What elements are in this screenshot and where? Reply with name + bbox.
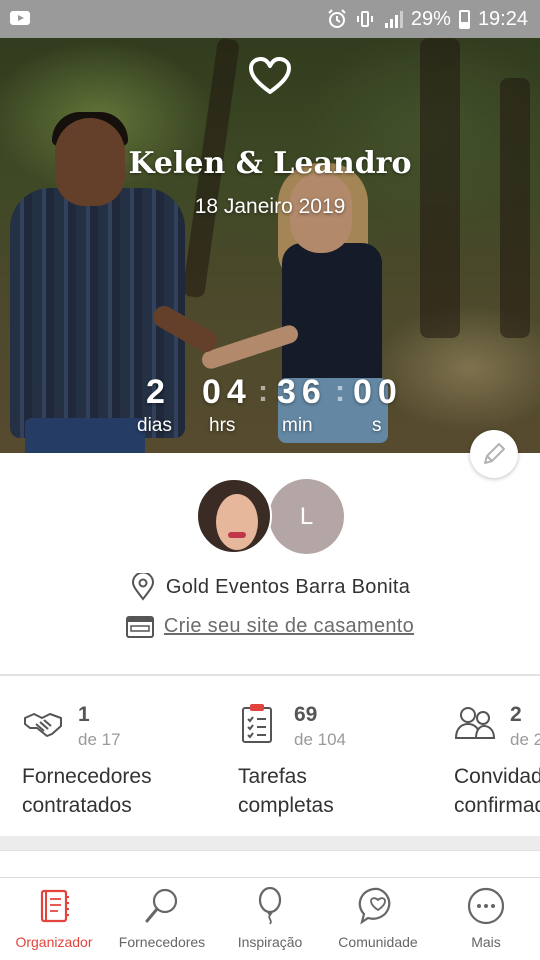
- wedding-date: 18 Janeiro 2019: [194, 195, 346, 218]
- create-site-row[interactable]: Crie seu site de casamento: [0, 615, 540, 638]
- nav-label: Comunidade: [338, 934, 418, 950]
- stat-vendors[interactable]: 1 de 17 Fornecedores contratados: [22, 676, 238, 836]
- checklist-icon: [242, 704, 272, 743]
- stat-total: de 2: [510, 730, 540, 749]
- stat-label: Fornecedores contratados: [22, 765, 152, 817]
- nav-fornecedores[interactable]: Fornecedores: [108, 878, 216, 960]
- countdown-hours: 04: [202, 373, 252, 411]
- next-card: [0, 850, 540, 880]
- search-icon: [145, 888, 178, 923]
- nav-label: Organizador: [15, 934, 93, 950]
- section-gap: [0, 836, 540, 850]
- nav-label: Fornecedores: [118, 934, 206, 950]
- location-pin-icon: [131, 573, 154, 601]
- stat-total: de 104: [294, 730, 346, 749]
- stat-count: 1: [78, 703, 90, 726]
- couple-name: Kelen & Leandro: [128, 146, 412, 181]
- stats-carousel[interactable]: 1 de 17 Fornecedores contratados 69 de 1…: [0, 676, 540, 836]
- countdown-minutes: 36: [277, 373, 327, 411]
- nav-comunidade[interactable]: Comunidade: [324, 878, 432, 960]
- balloon-icon: [258, 886, 282, 925]
- pencil-icon: [484, 443, 505, 464]
- stat-total: de 17: [78, 730, 121, 749]
- countdown-days-label: dias: [137, 415, 172, 436]
- countdown-minutes-label: min: [282, 415, 313, 436]
- stat-tasks[interactable]: 69 de 104 Tarefas completas: [238, 676, 454, 836]
- partner-avatar[interactable]: L: [269, 479, 344, 554]
- create-site-link[interactable]: Crie seu site de casamento: [164, 615, 414, 638]
- venue-name: Gold Eventos Barra Bonita: [165, 575, 411, 598]
- couple-profile: L Gold Eventos Barra Bonita Crie seu sit…: [0, 453, 540, 675]
- countdown-seconds: 00: [353, 373, 403, 411]
- heart-icon: [249, 57, 291, 94]
- organizer-icon: [40, 889, 69, 923]
- clock: 19:24: [477, 7, 528, 30]
- edit-button[interactable]: [470, 430, 518, 478]
- stat-count: 2: [510, 703, 522, 726]
- more-icon: [467, 887, 505, 925]
- battery-icon: [458, 9, 470, 29]
- youtube-notification-icon: [10, 11, 30, 25]
- nav-label: Inspiração: [237, 934, 303, 950]
- nav-label: Mais: [471, 934, 501, 950]
- alarm-icon: [328, 9, 346, 28]
- wedding-countdown: 2 dias 04 hrs : 36 min : 00 s: [0, 373, 540, 443]
- bottom-navigation: Organizador Fornecedores Inspiração Comu…: [0, 877, 540, 960]
- venue-row[interactable]: Gold Eventos Barra Bonita: [0, 573, 540, 601]
- signal-icon: [384, 11, 403, 28]
- stat-label: Convidados confirmados: [454, 765, 540, 817]
- countdown-separator: :: [258, 375, 268, 408]
- countdown-seconds-label: s: [372, 415, 382, 436]
- nav-mais[interactable]: Mais: [432, 878, 540, 960]
- vibrate-icon: [356, 11, 373, 27]
- cover-photo[interactable]: Kelen & Leandro 18 Janeiro 2019 2 dias 0…: [0, 38, 540, 453]
- stat-guests[interactable]: 2 de 2 Convidados confirmados: [454, 676, 540, 836]
- stat-label: Tarefas completas: [238, 765, 334, 817]
- website-icon: [125, 615, 154, 638]
- stat-count: 69: [294, 703, 318, 726]
- nav-inspiracao[interactable]: Inspiração: [216, 878, 324, 960]
- status-indicators: 29% 19:24: [327, 6, 528, 32]
- nav-organizador[interactable]: Organizador: [0, 878, 108, 960]
- countdown-separator: :: [335, 375, 345, 408]
- handshake-icon: [24, 713, 62, 737]
- guests-icon: [454, 707, 496, 739]
- countdown-days: 2: [146, 373, 171, 411]
- battery-percentage: 29%: [410, 7, 451, 30]
- user-avatar[interactable]: [196, 478, 272, 554]
- status-bar: 29% 19:24: [0, 0, 540, 38]
- countdown-hours-label: hrs: [209, 415, 236, 436]
- chat-heart-icon: [358, 887, 391, 925]
